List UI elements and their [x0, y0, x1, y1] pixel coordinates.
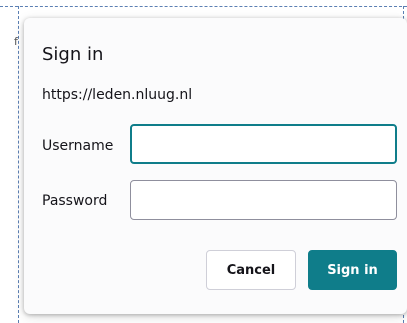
- background-text-fragment: f: [14, 35, 18, 48]
- password-label: Password: [42, 193, 108, 209]
- site-origin: https://leden.nluug.nl: [42, 87, 193, 103]
- password-input[interactable]: [130, 180, 397, 220]
- cancel-button[interactable]: Cancel: [206, 250, 296, 290]
- page-dashed-border-top: [0, 6, 407, 7]
- page-dashed-border-left: [18, 6, 19, 323]
- username-label: Username: [42, 138, 114, 154]
- sign-in-dialog: Sign in https://leden.nluug.nl Username …: [24, 18, 407, 314]
- username-input[interactable]: [130, 124, 397, 164]
- dialog-title: Sign in: [42, 44, 104, 65]
- sign-in-button[interactable]: Sign in: [308, 250, 397, 290]
